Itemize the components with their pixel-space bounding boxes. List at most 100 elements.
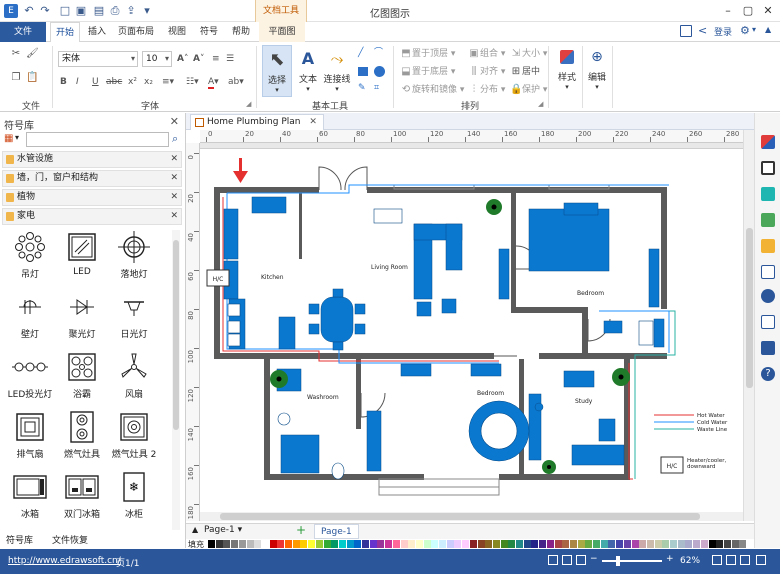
subscript-button[interactable]: x₂	[144, 76, 153, 88]
color-swatch[interactable]	[639, 540, 647, 548]
chevron-up-icon[interactable]: ▲	[192, 525, 198, 534]
color-swatch[interactable]	[562, 540, 570, 548]
quick-access-more-icon[interactable]: ▾	[140, 4, 154, 18]
symbol-gas-stove-2[interactable]: 燃气灶具 2	[108, 410, 160, 466]
color-swatch[interactable]	[708, 540, 716, 548]
color-swatch[interactable]	[723, 540, 731, 548]
redo-icon[interactable]: ↷	[38, 4, 52, 18]
color-swatch[interactable]	[631, 540, 639, 548]
add-page-icon[interactable]: +	[296, 523, 306, 537]
horizontal-scrollbar[interactable]	[200, 512, 743, 521]
color-swatch[interactable]	[439, 540, 446, 548]
horizontal-scroll-thumb[interactable]	[220, 513, 700, 520]
distribute-button[interactable]: ⫶ 分布 ▾	[468, 84, 506, 96]
color-swatch[interactable]	[400, 540, 408, 548]
chevron-down-icon[interactable]: ▾	[15, 133, 19, 142]
symbol-fluorescent[interactable]: 日光灯	[108, 290, 160, 346]
tab-file-recovery[interactable]: 文件恢复	[52, 534, 88, 548]
library-category-appliances[interactable]: 家电 ✕	[2, 208, 182, 225]
library-category-plants[interactable]: 植物 ✕	[2, 189, 182, 206]
color-swatch[interactable]	[223, 540, 231, 548]
center-button[interactable]: ⊞ 居中	[510, 66, 540, 78]
color-swatch[interactable]	[261, 540, 269, 548]
save-icon[interactable]: ▤	[92, 4, 106, 18]
arc-tool-icon[interactable]: ⌒	[374, 47, 383, 59]
open-icon[interactable]: ▣	[74, 4, 88, 18]
color-swatch[interactable]	[646, 540, 654, 548]
list-icon[interactable]: ☷▾	[186, 76, 199, 88]
color-swatch[interactable]	[277, 540, 285, 548]
text-tool-button[interactable]: A 文本 ▾	[294, 48, 322, 93]
comment-icon[interactable]	[761, 341, 775, 355]
notes-icon[interactable]	[761, 315, 775, 329]
color-swatch[interactable]	[693, 540, 701, 548]
color-swatch[interactable]	[731, 540, 739, 548]
color-swatch[interactable]	[685, 540, 693, 548]
page-tab[interactable]: Page-1	[314, 524, 359, 539]
library-category-plumbing[interactable]: 水管设施 ✕	[2, 151, 182, 168]
library-scrollbar[interactable]	[172, 230, 180, 530]
library-category-walls[interactable]: 墙，门，窗户和结构 ✕	[2, 170, 182, 187]
collapse-ribbon-icon[interactable]: ▲	[765, 25, 771, 34]
color-swatch[interactable]	[670, 540, 677, 548]
align-button[interactable]: ⫼ 对齐 ▾	[468, 66, 506, 78]
fit-width-icon[interactable]	[726, 555, 736, 565]
color-swatch[interactable]	[662, 540, 670, 548]
image-icon[interactable]	[761, 213, 775, 227]
symbol-spotlight[interactable]: 聚光灯	[56, 290, 108, 346]
close-tab-icon[interactable]: ✕	[309, 117, 317, 127]
search-icon[interactable]: ⌕	[172, 132, 178, 146]
view-normal-icon[interactable]	[548, 555, 558, 565]
settings-icon[interactable]: ⚙	[740, 24, 750, 37]
library-menu-icon[interactable]: ▦	[4, 133, 13, 144]
tab-symbol[interactable]: 符号	[194, 22, 224, 42]
bring-front-button[interactable]: ⬒置于顶层 ▾	[400, 48, 455, 60]
copy-icon[interactable]: ❐	[10, 72, 22, 84]
superscript-button[interactable]: x²	[128, 76, 137, 88]
color-swatch[interactable]	[246, 540, 254, 548]
protect-button[interactable]: 🔒保护 ▾	[510, 84, 547, 96]
close-icon[interactable]: ✕	[170, 209, 178, 224]
italic-button[interactable]: I	[76, 76, 79, 88]
color-swatch[interactable]	[300, 540, 308, 548]
symbol-floor-lamp[interactable]: 落地灯	[108, 230, 160, 286]
strikethrough-button[interactable]: abc	[106, 76, 122, 88]
color-swatch[interactable]	[500, 540, 508, 548]
help-icon[interactable]: ?	[761, 367, 775, 381]
color-swatch[interactable]	[654, 540, 662, 548]
color-swatch[interactable]	[539, 540, 547, 548]
page-icon[interactable]	[761, 265, 775, 279]
color-swatch[interactable]	[508, 540, 516, 548]
color-swatch[interactable]	[577, 540, 585, 548]
tab-help[interactable]: 帮助	[226, 22, 256, 42]
maximize-icon[interactable]: ▢	[740, 3, 756, 19]
color-swatch[interactable]	[354, 540, 362, 548]
new-icon[interactable]: □	[58, 4, 72, 18]
highlight-icon[interactable]: ab▾	[228, 76, 244, 88]
line-style-icon[interactable]	[761, 161, 775, 175]
view-fullscreen-icon[interactable]	[576, 555, 586, 565]
zoom-slider-thumb[interactable]	[616, 556, 620, 566]
color-swatch[interactable]	[616, 540, 624, 548]
color-swatch[interactable]	[215, 540, 223, 548]
ellipse-tool-icon[interactable]	[374, 66, 385, 77]
color-swatch[interactable]	[408, 540, 416, 548]
underline-button[interactable]: U	[92, 76, 99, 88]
color-swatch[interactable]	[254, 540, 262, 548]
crop-tool-icon[interactable]: ⌗	[374, 82, 379, 94]
zoom-slider[interactable]	[602, 556, 662, 566]
select-tool-button[interactable]: ⬉ 选择 ▾	[262, 45, 292, 97]
color-swatch[interactable]	[700, 540, 708, 548]
rectangle-tool-icon[interactable]	[358, 67, 368, 76]
send-back-button[interactable]: ⬓置于底层 ▾	[400, 66, 455, 78]
symbol-bath-heater[interactable]: 浴霸	[56, 350, 108, 406]
document-tab[interactable]: Home Plumbing Plan ✕	[190, 114, 324, 130]
font-size-select[interactable]: 10 ▾	[142, 51, 172, 67]
login-link[interactable]: 登录	[714, 25, 732, 38]
close-icon[interactable]: ✕	[760, 3, 776, 19]
layers-icon[interactable]	[761, 239, 775, 253]
color-swatch[interactable]	[431, 540, 439, 548]
arrange-dialog-launcher-icon[interactable]: ◢	[538, 98, 543, 110]
color-swatch[interactable]	[492, 540, 500, 548]
zoom-in-icon[interactable]: +	[666, 554, 674, 564]
